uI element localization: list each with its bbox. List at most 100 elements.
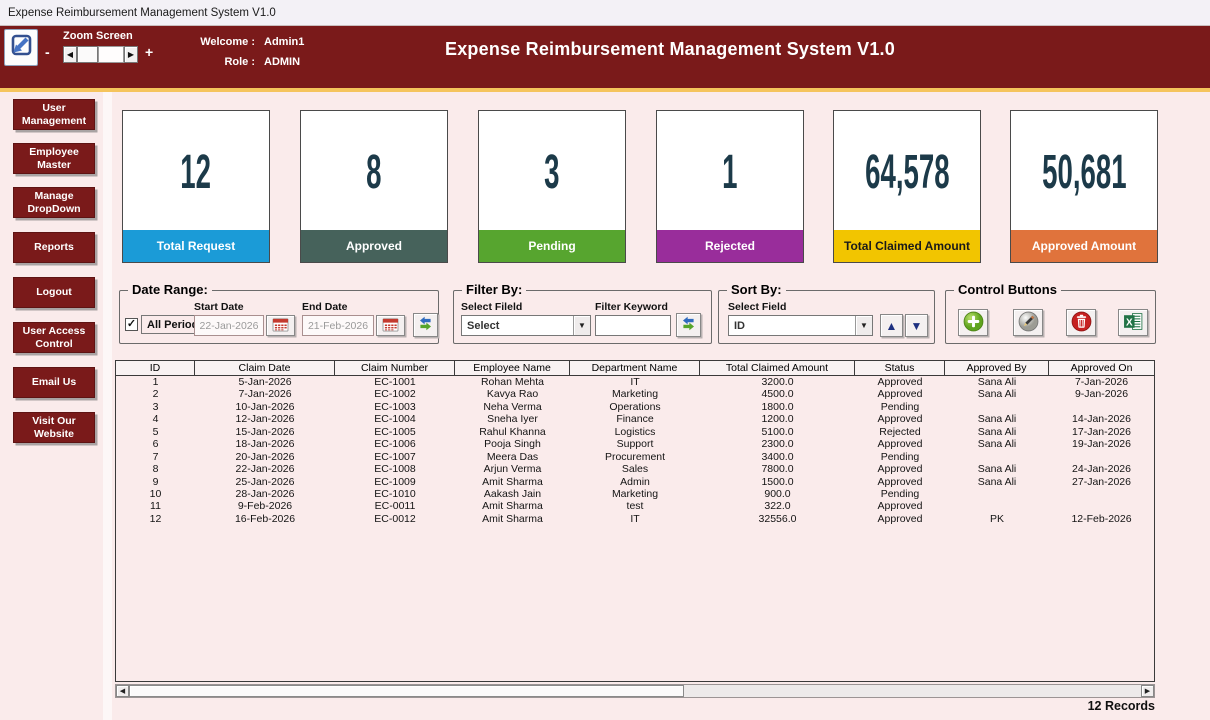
cell-approved-on: 19-Jan-2026 (1049, 438, 1154, 450)
cell-claim-number: EC-1002 (335, 388, 455, 400)
window-title: Expense Reimbursement Management System … (8, 7, 276, 19)
add-record-button[interactable] (958, 309, 988, 336)
table-row[interactable]: 11 9-Feb-2026 EC-0011 Amit Sharma test 3… (116, 500, 1154, 512)
cell-approved-by: Sana Ali (945, 463, 1049, 475)
column-header-claim-number[interactable]: Claim Number (335, 361, 455, 375)
sidebar-button[interactable]: Email Us (13, 367, 95, 398)
column-header-employee-name[interactable]: Employee Name (455, 361, 570, 375)
window-titlebar: Expense Reimbursement Management System … (0, 0, 1210, 26)
zoom-scroll-thumb[interactable] (77, 46, 98, 63)
table-row[interactable]: 12 16-Feb-2026 EC-0012 Amit Sharma IT 32… (116, 513, 1154, 525)
column-header-id[interactable]: ID (116, 361, 195, 375)
cell-approved-on (1049, 451, 1154, 463)
card-value: 1 (722, 142, 737, 199)
table-row[interactable]: 7 20-Jan-2026 EC-1007 Meera Das Procurem… (116, 451, 1154, 463)
sidebar-button[interactable]: User Access Control (13, 322, 95, 353)
sidebar-button-label: Email Us (32, 376, 76, 388)
zoom-scroll-right-button[interactable]: ▶ (124, 46, 138, 63)
cell-claim-date: 7-Jan-2026 (195, 388, 335, 400)
cell-claim-number: EC-1003 (335, 401, 455, 413)
scroll-left-button[interactable]: ◀ (116, 685, 129, 697)
end-date-input[interactable] (302, 315, 374, 336)
cell-approved-by: Sana Ali (945, 388, 1049, 400)
filter-refresh-button[interactable] (676, 313, 701, 337)
cell-id: 7 (116, 451, 195, 463)
table-horizontal-scrollbar[interactable]: ◀ ▶ (115, 684, 1155, 698)
scrollbar-thumb[interactable] (129, 685, 684, 697)
date-range-legend: Date Range: (128, 282, 212, 297)
cell-claimed-amount: 322.0 (700, 500, 855, 512)
cell-id: 8 (116, 463, 195, 475)
cell-approved-by (945, 500, 1049, 512)
cell-department-name: IT (570, 376, 700, 388)
all-period-checkbox[interactable] (125, 318, 138, 331)
cell-id: 2 (116, 388, 195, 400)
sort-field-dropdown[interactable]: ID ▼ (728, 315, 873, 336)
table-row[interactable]: 2 7-Jan-2026 EC-1002 Kavya Rao Marketing… (116, 388, 1154, 400)
card-value: 8 (366, 142, 381, 199)
scroll-right-button[interactable]: ▶ (1141, 685, 1154, 697)
sort-ascending-button[interactable]: ▲ (880, 314, 903, 337)
export-excel-button[interactable]: X (1118, 309, 1148, 336)
control-buttons-group: Control Buttons (945, 290, 1156, 344)
cell-claim-number: EC-1008 (335, 463, 455, 475)
cell-approved-on (1049, 401, 1154, 413)
sidebar-button[interactable]: Reports (13, 232, 95, 263)
column-header-department-name[interactable]: Department Name (570, 361, 700, 375)
filter-field-dropdown[interactable]: Select ▼ (461, 315, 591, 336)
column-header-status[interactable]: Status (855, 361, 945, 375)
cell-employee-name: Aakash Jain (455, 488, 570, 500)
sidebar-button[interactable]: Employee Master (13, 143, 95, 174)
table-row[interactable]: 3 10-Jan-2026 EC-1003 Neha Verma Operati… (116, 401, 1154, 413)
end-date-calendar-button[interactable] (376, 315, 405, 336)
delete-record-button[interactable] (1066, 309, 1096, 336)
cell-employee-name: Amit Sharma (455, 500, 570, 512)
cell-claimed-amount: 2300.0 (700, 438, 855, 450)
sort-field-value: ID (729, 320, 855, 332)
zoom-scroll-left-button[interactable]: ◀ (63, 46, 77, 63)
cell-id: 5 (116, 426, 195, 438)
exit-app-button[interactable] (4, 29, 38, 66)
table-row[interactable]: 9 25-Jan-2026 EC-1009 Amit Sharma Admin … (116, 476, 1154, 488)
column-header-approved-by[interactable]: Approved By (945, 361, 1049, 375)
delete-trash-icon (1071, 311, 1092, 335)
table-row[interactable]: 4 12-Jan-2026 EC-1004 Sneha Iyer Finance… (116, 413, 1154, 425)
date-refresh-button[interactable] (413, 313, 438, 337)
cell-status: Approved (855, 476, 945, 488)
table-row[interactable]: 1 5-Jan-2026 EC-1001 Rohan Mehta IT 3200… (116, 376, 1154, 388)
sidebar-button[interactable]: Visit Our Website (13, 412, 95, 443)
sidebar-button[interactable]: Manage DropDown (13, 187, 95, 218)
cell-claim-date: 9-Feb-2026 (195, 500, 335, 512)
column-header-approved-on[interactable]: Approved On (1049, 361, 1154, 375)
sort-down-icon: ▼ (911, 320, 923, 332)
zoom-scroll-track[interactable] (98, 46, 124, 63)
column-header-claim-date[interactable]: Claim Date (195, 361, 335, 375)
filter-keyword-input[interactable] (595, 315, 671, 336)
card-label: Rejected (657, 230, 803, 262)
cell-approved-by: Sana Ali (945, 476, 1049, 488)
app-window: Expense Reimbursement Management System … (0, 0, 1210, 720)
cell-claim-date: 12-Jan-2026 (195, 413, 335, 425)
cell-claim-number: EC-1004 (335, 413, 455, 425)
edit-record-button[interactable] (1013, 309, 1043, 336)
column-header-total-claimed-amount[interactable]: Total Claimed Amount (700, 361, 855, 375)
start-date-input[interactable] (194, 315, 264, 336)
cell-claim-date: 15-Jan-2026 (195, 426, 335, 438)
cell-approved-by: Sana Ali (945, 438, 1049, 450)
summary-card: 1 Rejected (656, 110, 804, 263)
table-row[interactable]: 10 28-Jan-2026 EC-1010 Aakash Jain Marke… (116, 488, 1154, 500)
cell-claimed-amount: 900.0 (700, 488, 855, 500)
table-row[interactable]: 5 15-Jan-2026 EC-1005 Rahul Khanna Logis… (116, 426, 1154, 438)
sort-descending-button[interactable]: ▼ (905, 314, 928, 337)
cell-claim-date: 10-Jan-2026 (195, 401, 335, 413)
start-date-calendar-button[interactable] (266, 315, 295, 336)
table-row[interactable]: 6 18-Jan-2026 EC-1006 Pooja Singh Suppor… (116, 438, 1154, 450)
add-plus-icon (963, 311, 984, 335)
excel-icon: X (1123, 311, 1144, 335)
table-row[interactable]: 8 22-Jan-2026 EC-1008 Arjun Verma Sales … (116, 463, 1154, 475)
cell-claimed-amount: 5100.0 (700, 426, 855, 438)
cell-claim-date: 20-Jan-2026 (195, 451, 335, 463)
sidebar-button[interactable]: User Management (13, 99, 95, 130)
sidebar-button[interactable]: Logout (13, 277, 95, 308)
end-date-label: End Date (302, 301, 348, 313)
